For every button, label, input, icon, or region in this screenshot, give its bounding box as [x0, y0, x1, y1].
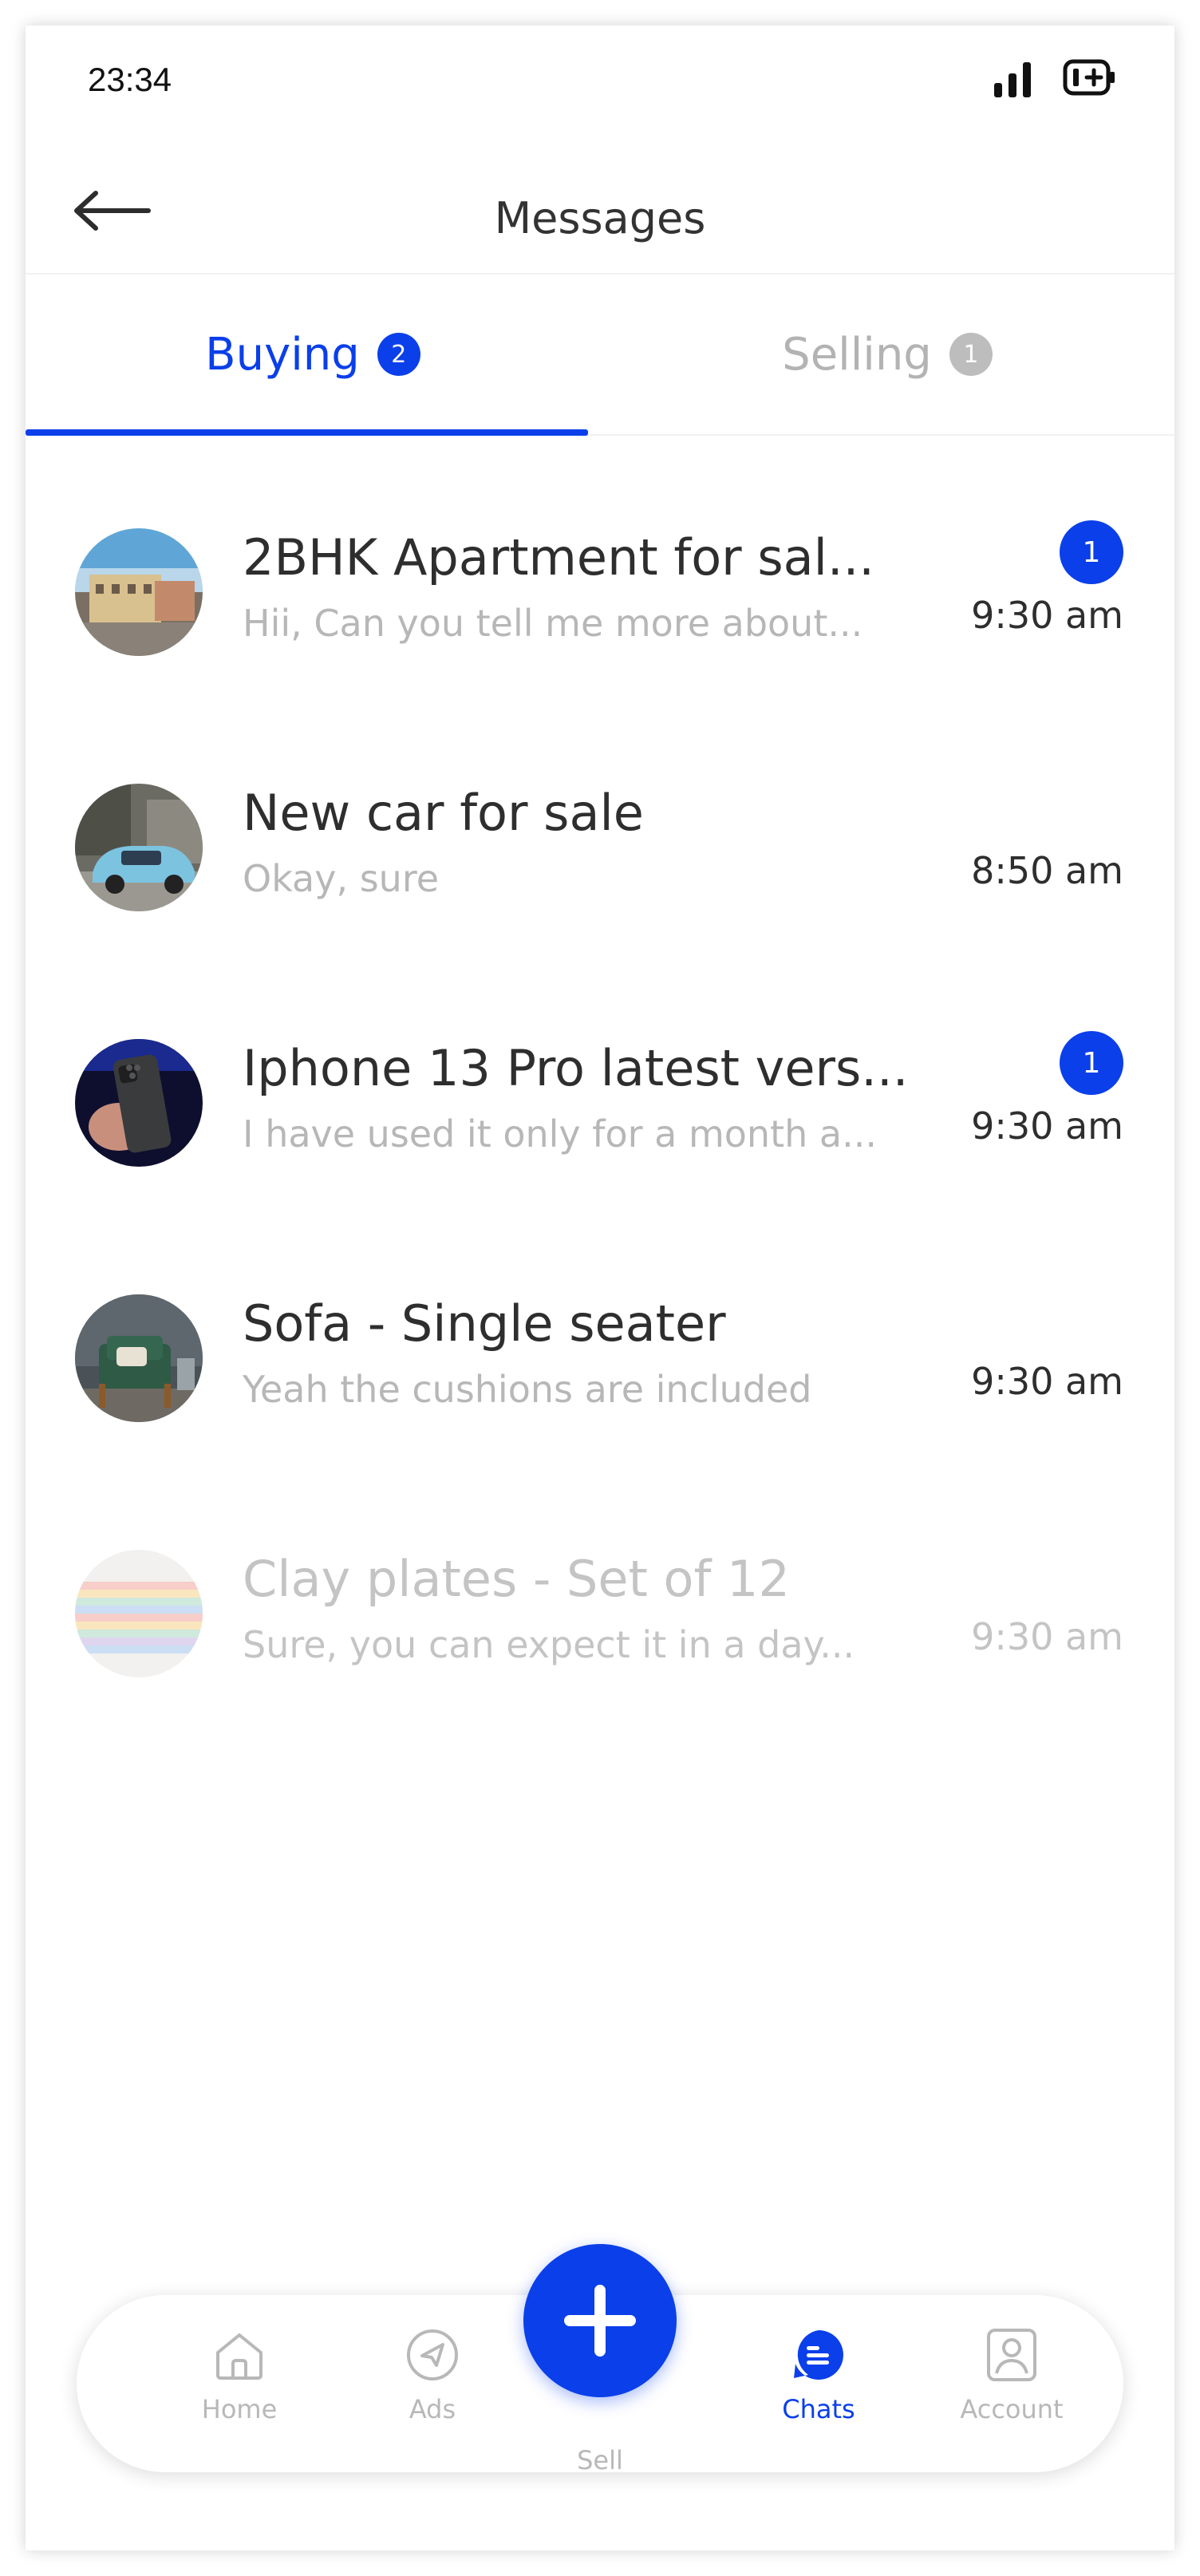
nav-home-label: Home: [201, 2394, 278, 2424]
nav-ads-label: Ads: [409, 2394, 456, 2424]
unread-badge: 1: [1060, 1031, 1123, 1095]
nav-sell-label: Sell: [577, 2445, 623, 2475]
nav-ads[interactable]: Ads: [361, 2327, 504, 2447]
chat-item-iphone[interactable]: Iphone 13 Pro latest vers... I have used…: [26, 1023, 1174, 1183]
status-bar: 23:34: [26, 26, 1174, 145]
battery-charging-icon: [1063, 59, 1115, 96]
page-title: Messages: [494, 193, 706, 243]
chat-title: New car for sale: [243, 784, 644, 842]
active-tab-indicator: [26, 429, 588, 436]
avatar-car: [75, 784, 203, 911]
tab-bar: Buying 2 Selling 1: [26, 273, 1174, 436]
chat-item-clay-plates[interactable]: Clay plates - Set of 12 Sure, you can ex…: [26, 1534, 1174, 1693]
nav-chats[interactable]: Chats: [747, 2327, 890, 2447]
chat-time: 9:30 am: [971, 1615, 1123, 1658]
plus-icon: [564, 2285, 636, 2357]
header: Messages: [26, 145, 1174, 273]
nav-chats-label: Chats: [782, 2394, 855, 2424]
chat-preview: Hii, Can you tell me more about...: [243, 602, 863, 645]
chat-preview: Yeah the cushions are included: [243, 1368, 812, 1411]
unread-badge: 1: [1060, 520, 1123, 584]
chat-title: 2BHK Apartment for sal...: [243, 528, 874, 587]
phone-screen: 23:34 Messages Buying 2 Selling 1 2BHK A…: [26, 26, 1174, 2550]
sell-button[interactable]: [523, 2244, 677, 2397]
chat-item-sofa[interactable]: Sofa - Single seater Yeah the cushions a…: [26, 1278, 1174, 1438]
tab-buying-label: Buying: [205, 328, 360, 381]
avatar-clay-plates: [75, 1550, 203, 1677]
chat-icon: [794, 2330, 843, 2380]
chat-preview: Sure, you can expect it in a day...: [243, 1623, 855, 1666]
chat-item-apartment[interactable]: 2BHK Apartment for sal... Hii, Can you t…: [26, 512, 1174, 672]
tab-buying[interactable]: Buying 2: [26, 275, 600, 436]
nav-account[interactable]: Account: [940, 2327, 1084, 2447]
tab-selling[interactable]: Selling 1: [600, 275, 1174, 434]
chat-preview: I have used it only for a month a...: [243, 1112, 877, 1156]
tab-selling-label: Selling: [782, 328, 932, 381]
tab-buying-badge: 2: [377, 333, 420, 376]
account-icon: [987, 2329, 1036, 2381]
signal-icon: [994, 62, 1031, 97]
chat-time: 8:50 am: [971, 849, 1123, 892]
chat-item-car[interactable]: New car for sale Okay, sure 8:50 am: [26, 768, 1174, 927]
nav-account-label: Account: [960, 2394, 1064, 2424]
chat-time: 9:30 am: [971, 1104, 1123, 1148]
avatar-apartment: [75, 528, 203, 656]
chat-time: 9:30 am: [971, 1360, 1123, 1403]
avatar-sofa: [75, 1294, 203, 1422]
chat-time: 9:30 am: [971, 594, 1123, 637]
tab-selling-badge: 1: [949, 333, 993, 376]
status-time: 23:34: [88, 61, 172, 98]
avatar-iphone: [75, 1039, 203, 1167]
chat-title: Clay plates - Set of 12: [243, 1550, 790, 1608]
nav-home[interactable]: Home: [168, 2327, 311, 2447]
chat-title: Sofa - Single seater: [243, 1294, 726, 1353]
chat-title: Iphone 13 Pro latest vers...: [243, 1039, 909, 1097]
home-icon: [216, 2333, 262, 2380]
chat-preview: Okay, sure: [243, 857, 440, 900]
send-icon: [407, 2329, 458, 2380]
